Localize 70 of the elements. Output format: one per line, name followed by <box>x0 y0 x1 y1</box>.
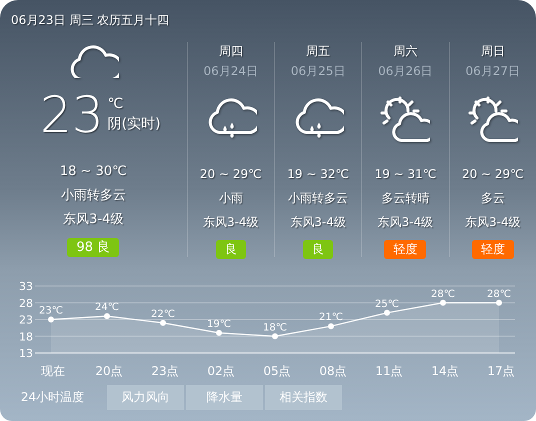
data-point <box>160 320 166 326</box>
temperature-range: 19 ~ 32℃ <box>287 166 349 183</box>
current-condition: 阴(实时) <box>108 115 161 134</box>
air-quality-badge: 轻度 <box>384 240 426 259</box>
temperature-label: 25℃ <box>375 298 399 310</box>
temperature-label: 22℃ <box>151 308 175 320</box>
wind-level: 东风3-4级 <box>63 211 124 229</box>
temperature-range: 20 ~ 29℃ <box>462 166 524 183</box>
wind-level: 东风3-4级 <box>202 214 259 231</box>
current-temperature: 23 <box>40 88 104 142</box>
forecast-date: 06月25日 <box>290 63 346 80</box>
weather-description: 多云 <box>480 190 505 207</box>
air-quality-badge: 良 <box>303 240 334 259</box>
date-header: 06月23日 周三 农历五月十四 <box>10 12 170 28</box>
data-point <box>272 333 278 340</box>
air-quality-badge: 良 <box>216 240 246 259</box>
data-point <box>384 310 390 316</box>
x-axis-label: 20点 <box>95 364 123 378</box>
x-axis-label: 17点 <box>487 364 515 378</box>
y-axis-label: 13 <box>19 347 33 360</box>
tab[interactable]: 相关指数 <box>265 385 342 410</box>
weather-description: 多云转晴 <box>381 190 430 207</box>
temperature-label: 28℃ <box>487 288 511 300</box>
sun-cloud-icon <box>380 96 430 142</box>
forecast-date: 06月24日 <box>203 63 258 80</box>
temperature-range: 18 ~ 30℃ <box>60 163 127 181</box>
x-axis-label: 现在 <box>41 364 65 378</box>
x-axis-label: 05点 <box>263 364 291 378</box>
temperature-label: 21℃ <box>319 312 343 324</box>
data-point <box>328 323 334 330</box>
wind-level: 东风3-4级 <box>290 214 346 231</box>
y-axis-label: 18 <box>19 330 33 344</box>
weekday: 周四 <box>218 43 243 60</box>
x-axis-label: 23点 <box>151 364 179 378</box>
y-axis-label: 28 <box>19 296 33 310</box>
air-quality-badge: 轻度 <box>472 240 514 259</box>
temperature-label: 28℃ <box>431 288 455 300</box>
temperature-range: 20 ~ 29℃ <box>200 166 262 183</box>
air-quality-badge: 98 良 <box>67 238 120 257</box>
x-axis-label: 08点 <box>319 364 347 378</box>
y-axis-label: 23 <box>19 314 33 326</box>
data-point <box>104 313 110 320</box>
x-axis-label: 11点 <box>375 364 403 378</box>
forecast-date: 06月26日 <box>378 63 433 80</box>
weather-description: 小雨转多云 <box>60 187 126 205</box>
weekday: 周六 <box>393 43 418 60</box>
data-point <box>216 330 222 336</box>
temperature-label: 19℃ <box>207 318 231 330</box>
wind-level: 东风3-4级 <box>378 214 434 231</box>
temperature-range: 19 ~ 31℃ <box>374 166 436 183</box>
data-point <box>440 300 446 306</box>
data-point <box>48 316 54 322</box>
tab[interactable]: 24小时温度 <box>0 385 105 410</box>
weather-description: 小雨转多云 <box>288 190 348 207</box>
sun-cloud-icon <box>468 96 518 142</box>
temperature-unit: ℃ <box>108 95 124 114</box>
weather-description: 小雨 <box>218 190 243 207</box>
x-axis-label: 14点 <box>431 364 459 378</box>
data-point <box>496 300 502 306</box>
weekday: 周五 <box>306 43 330 60</box>
weekday: 周日 <box>480 43 505 60</box>
tab[interactable]: 降水量 <box>186 385 263 410</box>
x-axis-label: 02点 <box>207 364 235 378</box>
temperature-label: 23℃ <box>39 306 63 316</box>
tab[interactable]: 风力风向 <box>107 385 184 410</box>
temperature-label: 18℃ <box>263 322 287 334</box>
wind-level: 东风3-4级 <box>464 214 521 231</box>
temperature-label: 24℃ <box>95 302 119 314</box>
y-axis-label: 33 <box>19 280 33 293</box>
forecast-date: 06月27日 <box>466 63 520 80</box>
